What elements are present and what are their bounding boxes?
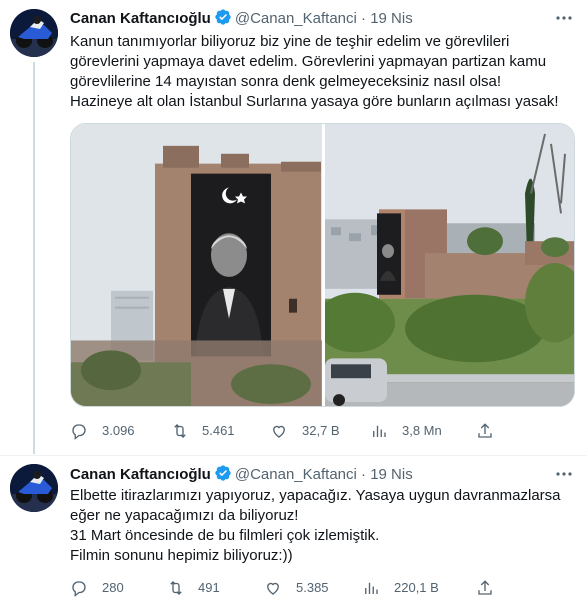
reply-count: 280 — [102, 580, 124, 595]
retweet-count: 5.461 — [202, 423, 235, 438]
tweet-text-line: Hazineye alt olan İstanbul Surlarına yas… — [70, 93, 559, 110]
like-count: 32,7 B — [302, 423, 340, 438]
like-icon — [267, 582, 279, 595]
author-name[interactable]: Canan Kaftancıoğlu — [70, 10, 211, 27]
tweet-text-line: eğer ne yapacağımızı da biliyoruz! — [70, 507, 299, 524]
author-name[interactable]: Canan Kaftancıoğlu — [70, 466, 211, 483]
avatar[interactable] — [10, 464, 58, 512]
tweet[interactable]: Canan Kaftancıoğlu @Canan_Kaftanci · 19 N… — [0, 456, 587, 604]
views-icon — [365, 582, 378, 594]
tweet-text: Kanun tanımıyorlar biliyoruz biz yine de… — [70, 32, 575, 112]
views-count: 220,1 B — [394, 580, 439, 595]
tweet-text: Elbette itirazlarımızı yapıyoruz, yapaca… — [70, 486, 575, 566]
media-photo-city-walls[interactable] — [325, 124, 575, 406]
avatar-motorcycle-image — [10, 464, 58, 512]
avatar[interactable] — [10, 9, 58, 57]
tweet-text-line: Filmin sonunu hepimiz biliyoruz:)) — [70, 547, 293, 564]
views-count: 3,8 Mn — [402, 423, 442, 438]
tweet-header: Canan Kaftancıoğlu @Canan_Kaftanci · 19 N… — [70, 8, 413, 28]
tweet-header: Canan Kaftancıoğlu @Canan_Kaftanci · 19 N… — [70, 464, 413, 484]
media-photo-tower-banner[interactable] — [71, 124, 322, 406]
tweet-text-line: 31 Mart öncesinde de bu filmleri çok izl… — [70, 527, 380, 544]
tweet-text-line: görevlerini yapmaya davet edelim. Görevl… — [70, 53, 547, 70]
tweet-text-line: Kanun tanımıyorlar biliyoruz biz yine de… — [70, 33, 510, 50]
tweet-date[interactable]: 19 Nis — [370, 10, 413, 27]
avatar-motorcycle-image — [10, 9, 58, 57]
views-icon — [373, 425, 386, 437]
tweet-text-line: Elbette itirazlarımızı yapıyoruz, yapaca… — [70, 487, 561, 504]
tweet-actions: 280 491 5.385 220,1 B — [70, 578, 500, 598]
tweet-media[interactable] — [70, 123, 575, 407]
more-icon[interactable] — [555, 10, 573, 26]
tweet-actions: 3.096 5.461 32,7 B 3,8 Mn — [70, 421, 500, 441]
reply-icon — [72, 581, 86, 597]
header-separator: · — [361, 466, 367, 483]
reply-icon — [72, 424, 86, 440]
like-icon — [273, 425, 285, 438]
retweet-count: 491 — [198, 580, 220, 595]
share-icon — [478, 580, 492, 595]
reply-count: 3.096 — [102, 423, 135, 438]
more-icon[interactable] — [555, 466, 573, 482]
verified-badge-icon — [214, 8, 232, 32]
tweet-date[interactable]: 19 Nis — [370, 466, 413, 483]
like-count: 5.385 — [296, 580, 329, 595]
verified-badge-icon — [214, 464, 232, 488]
tweet[interactable]: Canan Kaftancıoğlu @Canan_Kaftanci · 19 N… — [0, 0, 587, 454]
author-handle[interactable]: @Canan_Kaftanci — [235, 466, 357, 483]
thread-line — [33, 62, 35, 454]
share-icon — [478, 423, 492, 438]
retweet-icon — [170, 581, 182, 595]
retweet-icon — [174, 424, 186, 438]
tweet-text-line: görevlilerine 14 mayıstan sonra denk gel… — [70, 73, 502, 90]
header-separator: · — [361, 10, 367, 27]
author-handle[interactable]: @Canan_Kaftanci — [235, 10, 357, 27]
